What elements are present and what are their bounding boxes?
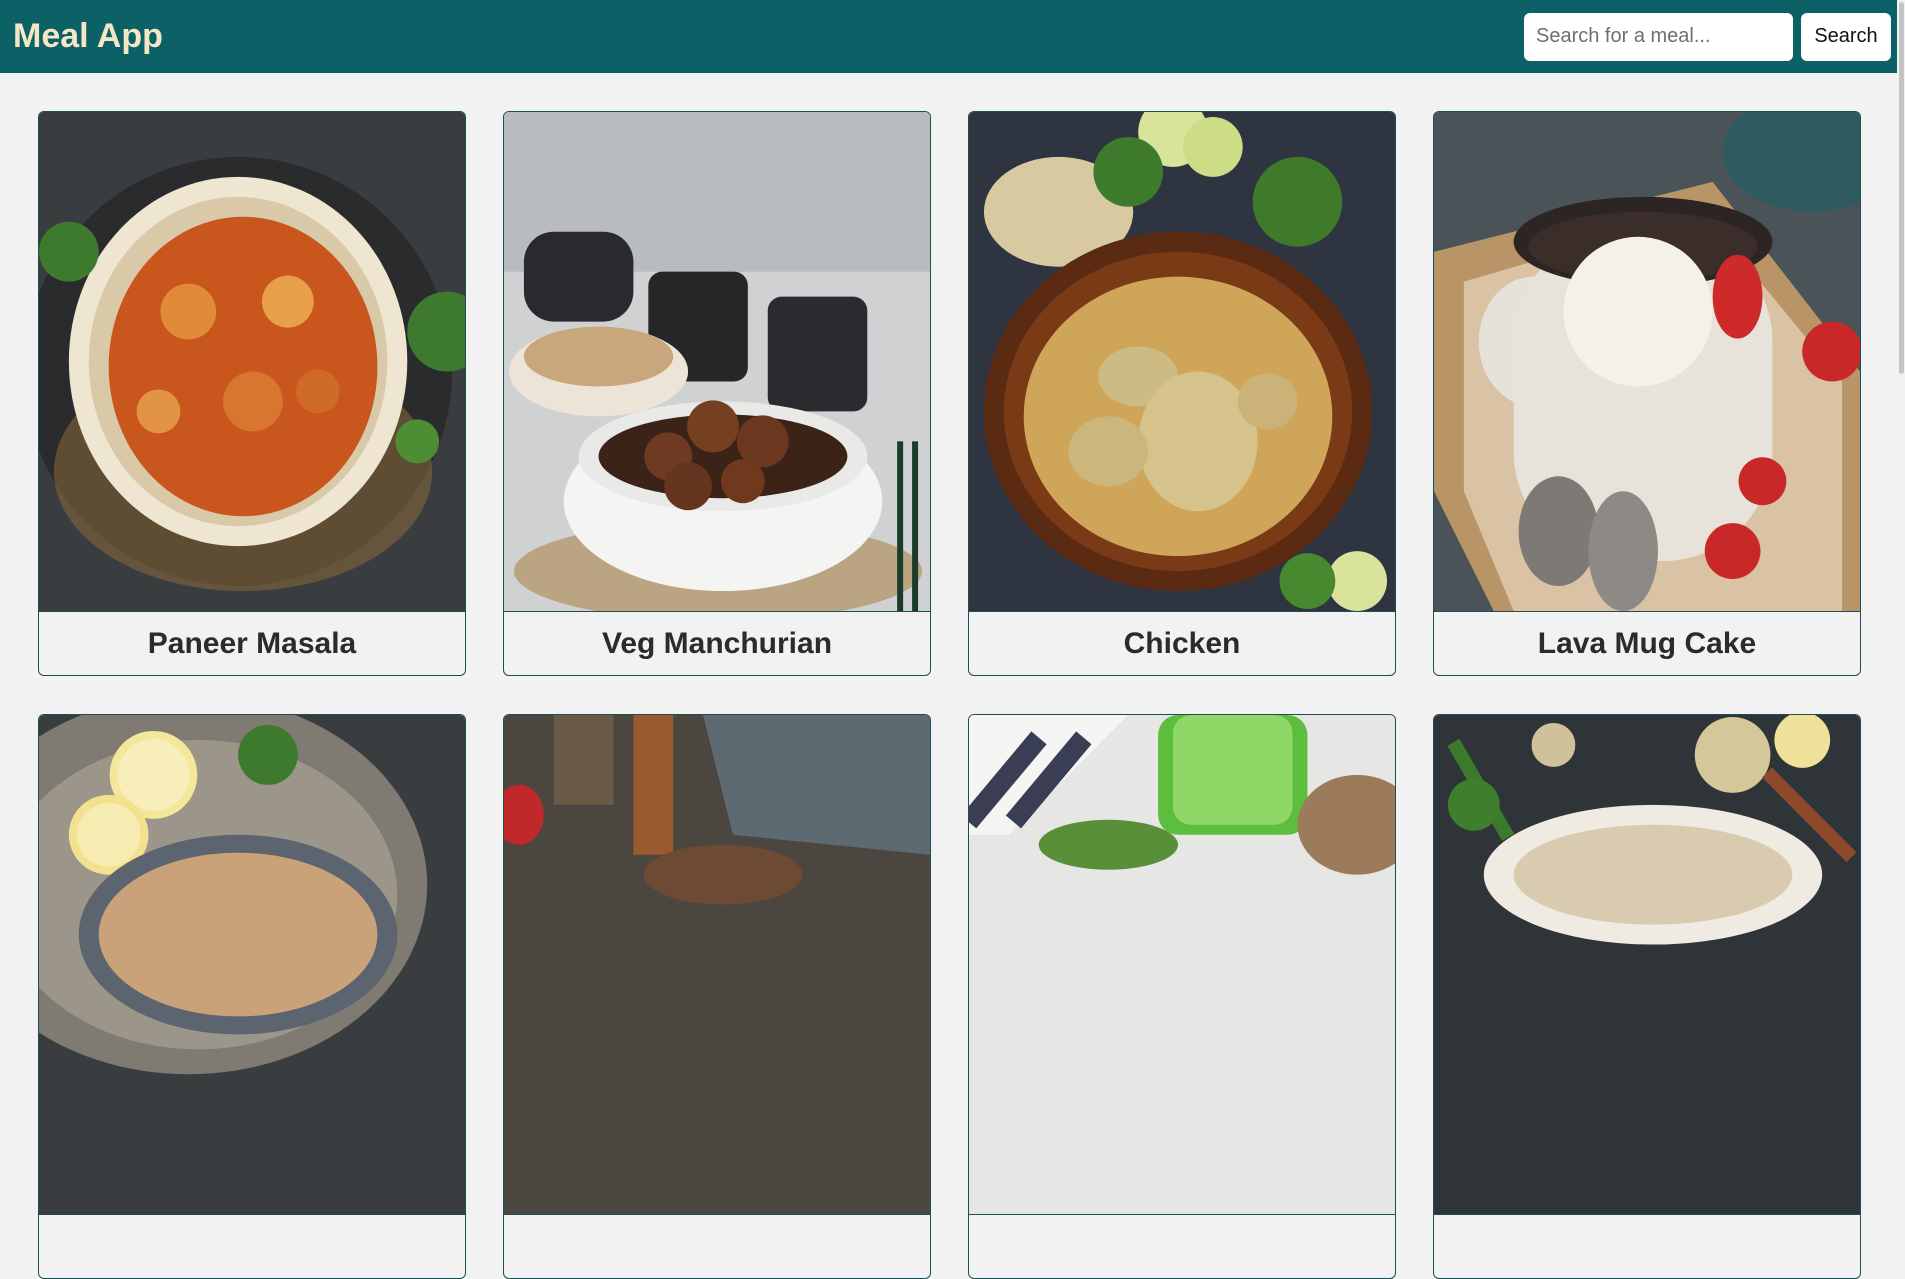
navbar: Meal App Search — [0, 0, 1905, 73]
meal-card[interactable] — [1433, 714, 1861, 1279]
meal-card[interactable] — [38, 714, 466, 1279]
meal-name: Veg Manchurian — [601, 626, 833, 660]
meal-name: Lava Mug Cake — [1537, 626, 1757, 660]
meal-name: Paneer Masala — [147, 626, 357, 660]
meal-image[interactable] — [39, 112, 465, 612]
scrollbar-thumb[interactable] — [1899, 2, 1904, 374]
meal-card[interactable]: Paneer Masala — [38, 111, 466, 676]
meal-card[interactable]: Chicken — [968, 111, 1396, 676]
meal-name: Chicken — [1123, 626, 1241, 660]
meal-image[interactable] — [969, 112, 1395, 612]
meal-card[interactable]: Lava Mug Cake — [1433, 111, 1861, 676]
meal-image[interactable] — [504, 112, 930, 612]
search-input[interactable] — [1524, 12, 1793, 61]
search-button[interactable]: Search — [1801, 12, 1891, 61]
meal-image[interactable] — [1434, 715, 1860, 1215]
meal-name — [969, 1215, 1395, 1278]
app-title[interactable]: Meal App — [13, 17, 163, 56]
search-form: Search — [1524, 12, 1891, 61]
meal-card[interactable]: Veg Manchurian — [503, 111, 931, 676]
meal-grid: Paneer Masala Veg Manchurian Chicken Lav… — [38, 111, 1861, 1279]
meal-image[interactable] — [39, 715, 465, 1215]
meal-name — [39, 1215, 465, 1278]
meal-image[interactable] — [504, 715, 930, 1215]
meal-image[interactable] — [969, 715, 1395, 1215]
scrollbar[interactable] — [1897, 0, 1905, 880]
meal-card[interactable] — [503, 714, 931, 1279]
meal-card[interactable] — [968, 714, 1396, 1279]
meal-image[interactable] — [1434, 112, 1860, 612]
meal-name — [504, 1215, 930, 1278]
meal-name — [1434, 1215, 1860, 1278]
